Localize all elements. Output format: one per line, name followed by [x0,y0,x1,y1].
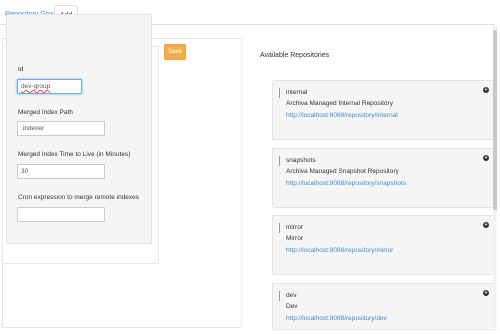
add-icon[interactable]: + [483,155,489,161]
repo-name: Archiva Managed Internal Repository [286,100,393,107]
repo-name: Dev [286,303,298,310]
drag-handle [279,291,280,301]
save-button[interactable]: Save [164,44,186,60]
id-value: dev-group [21,83,51,90]
repo-card-snapshots[interactable]: snapshots Archiva Managed Snapshot Repos… [272,148,495,208]
repo-url-link[interactable]: http://localhost:8088/repository/dev [286,315,387,322]
repo-id: mirror [286,224,303,231]
repo-name: Archiva Managed Snapshot Repository [286,168,399,175]
available-repositories-title: Available Repositories [260,52,330,59]
repo-url-link[interactable]: http://localhost:8088/repository/mirror [286,247,393,254]
add-icon[interactable]: + [483,290,489,296]
drag-handle [279,156,280,166]
scrollbar-thumb[interactable] [493,30,497,210]
drag-handle [279,88,280,98]
repo-card-dev[interactable]: dev Dev http://localhost:8088/repository… [272,283,495,330]
ttl-input[interactable]: 30 [17,164,105,179]
cron-input[interactable] [17,207,105,222]
id-label: Id [18,66,24,73]
merged-index-path-input[interactable]: .indexer [17,121,105,136]
repo-card-internal[interactable]: internal Archiva Managed Internal Reposi… [272,80,495,140]
id-input[interactable]: dev-group [17,79,82,94]
ttl-label: Merged Index Time to Live (in Minutes) [18,151,131,158]
add-icon[interactable]: + [483,87,489,93]
repo-id: internal [286,89,308,96]
drag-handle [279,223,280,233]
repo-card-mirror[interactable]: mirror Mirror http://localhost:8088/repo… [272,215,495,275]
add-icon[interactable]: + [483,222,489,228]
repo-url-link[interactable]: http://localhost:8088/repository/snapsho… [286,180,406,187]
merged-index-path-label: Merged Index Path [18,109,73,116]
repo-name: Mirror [286,235,303,242]
cron-label: Cron expression to merge remote indexes [18,194,140,201]
repo-url-link[interactable]: http://localhost:8088/repository/interna… [286,112,398,119]
repo-id: snapshots [286,157,316,164]
repo-id: dev [286,292,297,299]
